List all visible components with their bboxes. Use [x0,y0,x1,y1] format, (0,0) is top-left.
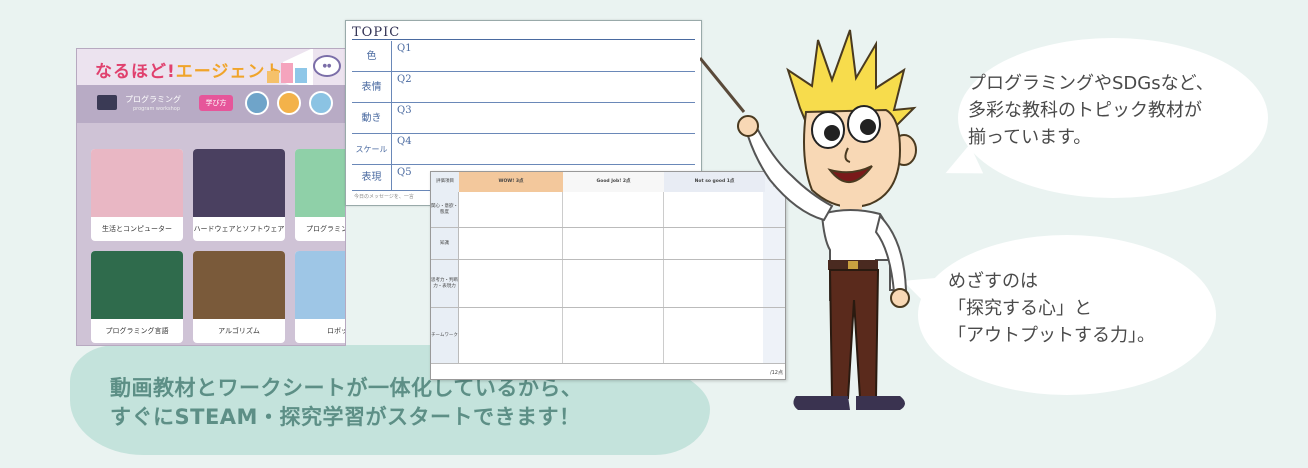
topic-row-key: 動き [352,103,392,134]
nav-label: プログラミング [125,95,181,104]
topic-row: 色 Q1 [352,41,695,72]
topic-row-q: Q2 [397,74,412,85]
tile-0[interactable]: 生活とコンピューター [91,149,183,241]
shoe-icon [856,396,905,410]
caption: 動画教材とワークシートが一体化しているから、 すぐにSTEAM・探究学習がスター… [110,374,710,432]
bubble1-line2: 多彩な教科のトピック教材が [968,100,1202,121]
topic-row-q: Q4 [397,136,412,147]
rubric-cell [459,260,563,307]
rubric-level-1: WOW! 3点 [459,172,563,192]
topic-foot: 今日のメッセージを、一言 [354,194,414,200]
app-header: なるほど!エージェント ●● [77,49,345,96]
bubble2-line3: 「アウトプットする力」。 [948,325,1155,346]
teacher-character-illustration [700,29,917,410]
topic-title: TOPIC [352,25,401,40]
belt-buckle-icon [848,261,858,269]
rubric-level-2: Good Job! 2点 [563,172,664,192]
bubble1-line3: 揃っています。 [968,127,1092,148]
topic-row-q: Q5 [397,167,412,178]
topic-row: スケール Q4 [352,134,695,165]
tile-4[interactable]: アルゴリズム [193,251,285,343]
rubric-row-key: 知識 [431,228,459,259]
speech-bubble-2-text: めざすのは 「探究する心」と 「アウトプットする力」。 [948,268,1155,349]
pointer-stick-icon [700,57,746,113]
tile-label: アルゴリズム [218,327,260,335]
topic-row-key: 表現 [352,165,392,191]
caption-line-2: すぐにSTEAM・探究学習がスタートできます！ [110,405,581,429]
tile-image [193,149,285,217]
monitor-icon [97,95,117,110]
topic-row-key: スケール [352,134,392,165]
pupil-icon [824,125,840,141]
tile-2[interactable]: プログラミング的思考 [295,149,345,241]
rubric-cell [563,260,664,307]
houses-illustration [267,57,317,83]
tile-5[interactable]: ロボット [295,251,345,343]
app-screenshot: なるほど!エージェント ●● プログラミング program workshop … [76,48,346,346]
pupil-icon [860,119,876,135]
rubric-cell [459,308,563,363]
nav-sub: program workshop [133,106,181,112]
topic-row-key: 色 [352,41,392,72]
bubble2-line1: めざすのは [948,271,1038,292]
trousers-icon [828,269,880,399]
hand-icon [737,115,759,137]
tile-label: プログラミング的思考 [306,225,345,233]
tile-image [193,251,285,319]
tile-3[interactable]: プログラミング言語 [91,251,183,343]
app-nav: プログラミング program workshop 学び方 [77,85,345,123]
topic-row: 動き Q3 [352,103,695,134]
badge-icon: ●● [313,55,341,77]
shoe-icon [793,396,850,410]
bubble1-line1: プログラミングやSDGsなど、 [968,73,1214,94]
speech-bubble-1-text: プログラミングやSDGsなど、 多彩な教科のトピック教材が 揃っています。 [968,70,1214,151]
hand-icon [890,288,910,308]
bubble2-line2: 「探究する心」と [948,298,1092,319]
tile-image [91,149,183,217]
rubric-head-item: 評価項目 [431,172,459,192]
learn-button[interactable]: 学び方 [199,95,233,111]
topic-row: 表情 Q2 [352,72,695,103]
rubric-cell [563,192,664,227]
tile-image [91,251,183,319]
rubric-cell [563,308,664,363]
topic-row-q: Q1 [397,43,412,54]
tile-label: ハードウェアとソフトウェア [193,225,285,233]
tile-1[interactable]: ハードウェアとソフトウェア [193,149,285,241]
app-logo-part1: なるほど! [95,62,176,82]
tile-label: ロボット [327,327,345,335]
rubric-cell [563,228,664,259]
tile-image [295,149,345,217]
rubric-row-key: 関心・意欲・態度 [431,192,459,227]
tile-label: 生活とコンピューター [102,225,172,233]
rubric-row-key: チームワーク [431,308,459,363]
tile-label: プログラミング言語 [105,327,169,335]
nav-circle-icon-3[interactable] [309,91,333,115]
promo-banner: 動画教材とワークシートが一体化しているから、 すぐにSTEAM・探究学習がスター… [0,0,1308,468]
topic-divider [352,39,695,40]
rubric-cell [459,192,563,227]
rubric-cell [459,228,563,259]
rubric-row-key: 思考力・判断力・表現力 [431,260,459,307]
tile-image [295,251,345,319]
topic-row-key: 表情 [352,72,392,103]
topic-row-q: Q3 [397,105,412,116]
nav-circle-icon-2[interactable] [277,91,301,115]
nav-circle-icon-1[interactable] [245,91,269,115]
